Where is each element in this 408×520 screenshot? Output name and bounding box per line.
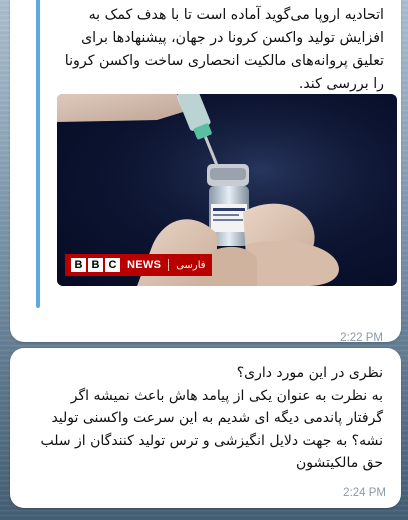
message-line: اتحادیه اروپا می‌گوید آماده است تا با هد… xyxy=(88,7,384,23)
message-bubble[interactable]: نظری در این مورد داری؟ به نظرت به عنوان … xyxy=(10,348,401,508)
message-line: تعلیق پروانه‌های مالکیت انحصاری ساخت واک… xyxy=(64,53,384,69)
bbc-logo-news: NEWS xyxy=(127,259,162,271)
message-line: گرفتار پاندمی دیگه ای شدیم به این سرعت و… xyxy=(51,410,383,426)
message-line: نظری در این مورد داری؟ xyxy=(236,365,383,381)
message-text: نظری در این مورد داری؟ به نظرت به عنوان … xyxy=(40,362,383,475)
bbc-logo-language: فارسی xyxy=(176,259,206,271)
message-line: افزایش تولید واکسن کرونا در جهان، پیشنها… xyxy=(81,30,384,46)
message-timestamp: 2:22 PM xyxy=(340,332,383,344)
bbc-persian-logo: B B C NEWS فارسی xyxy=(65,254,212,276)
message-line: حق مالکیتشون xyxy=(296,455,383,471)
message-line: را بررسی کند. xyxy=(298,76,384,92)
message-line: نشه؟ به جهت دلایل انگیزشی و ترس تولید کن… xyxy=(40,432,383,449)
message-text: اتحادیه اروپا می‌گوید آماده است تا با هد… xyxy=(65,4,384,96)
message-timestamp: 2:24 PM xyxy=(343,487,386,499)
bbc-logo-letter: C xyxy=(105,258,120,272)
bbc-logo-letter: B xyxy=(71,258,86,272)
bbc-logo-divider xyxy=(168,259,170,271)
bbc-logo-letter: B xyxy=(88,258,103,272)
forward-accent-bar xyxy=(36,0,40,308)
message-bubble-forwarded[interactable]: اتحادیه اروپا می‌گوید آماده است تا با هد… xyxy=(10,0,401,344)
media-photo-vaccine[interactable]: B B C NEWS فارسی xyxy=(57,94,397,286)
message-line: به نظرت به عنوان یکی از پیامد هاش باعث ن… xyxy=(70,387,383,404)
